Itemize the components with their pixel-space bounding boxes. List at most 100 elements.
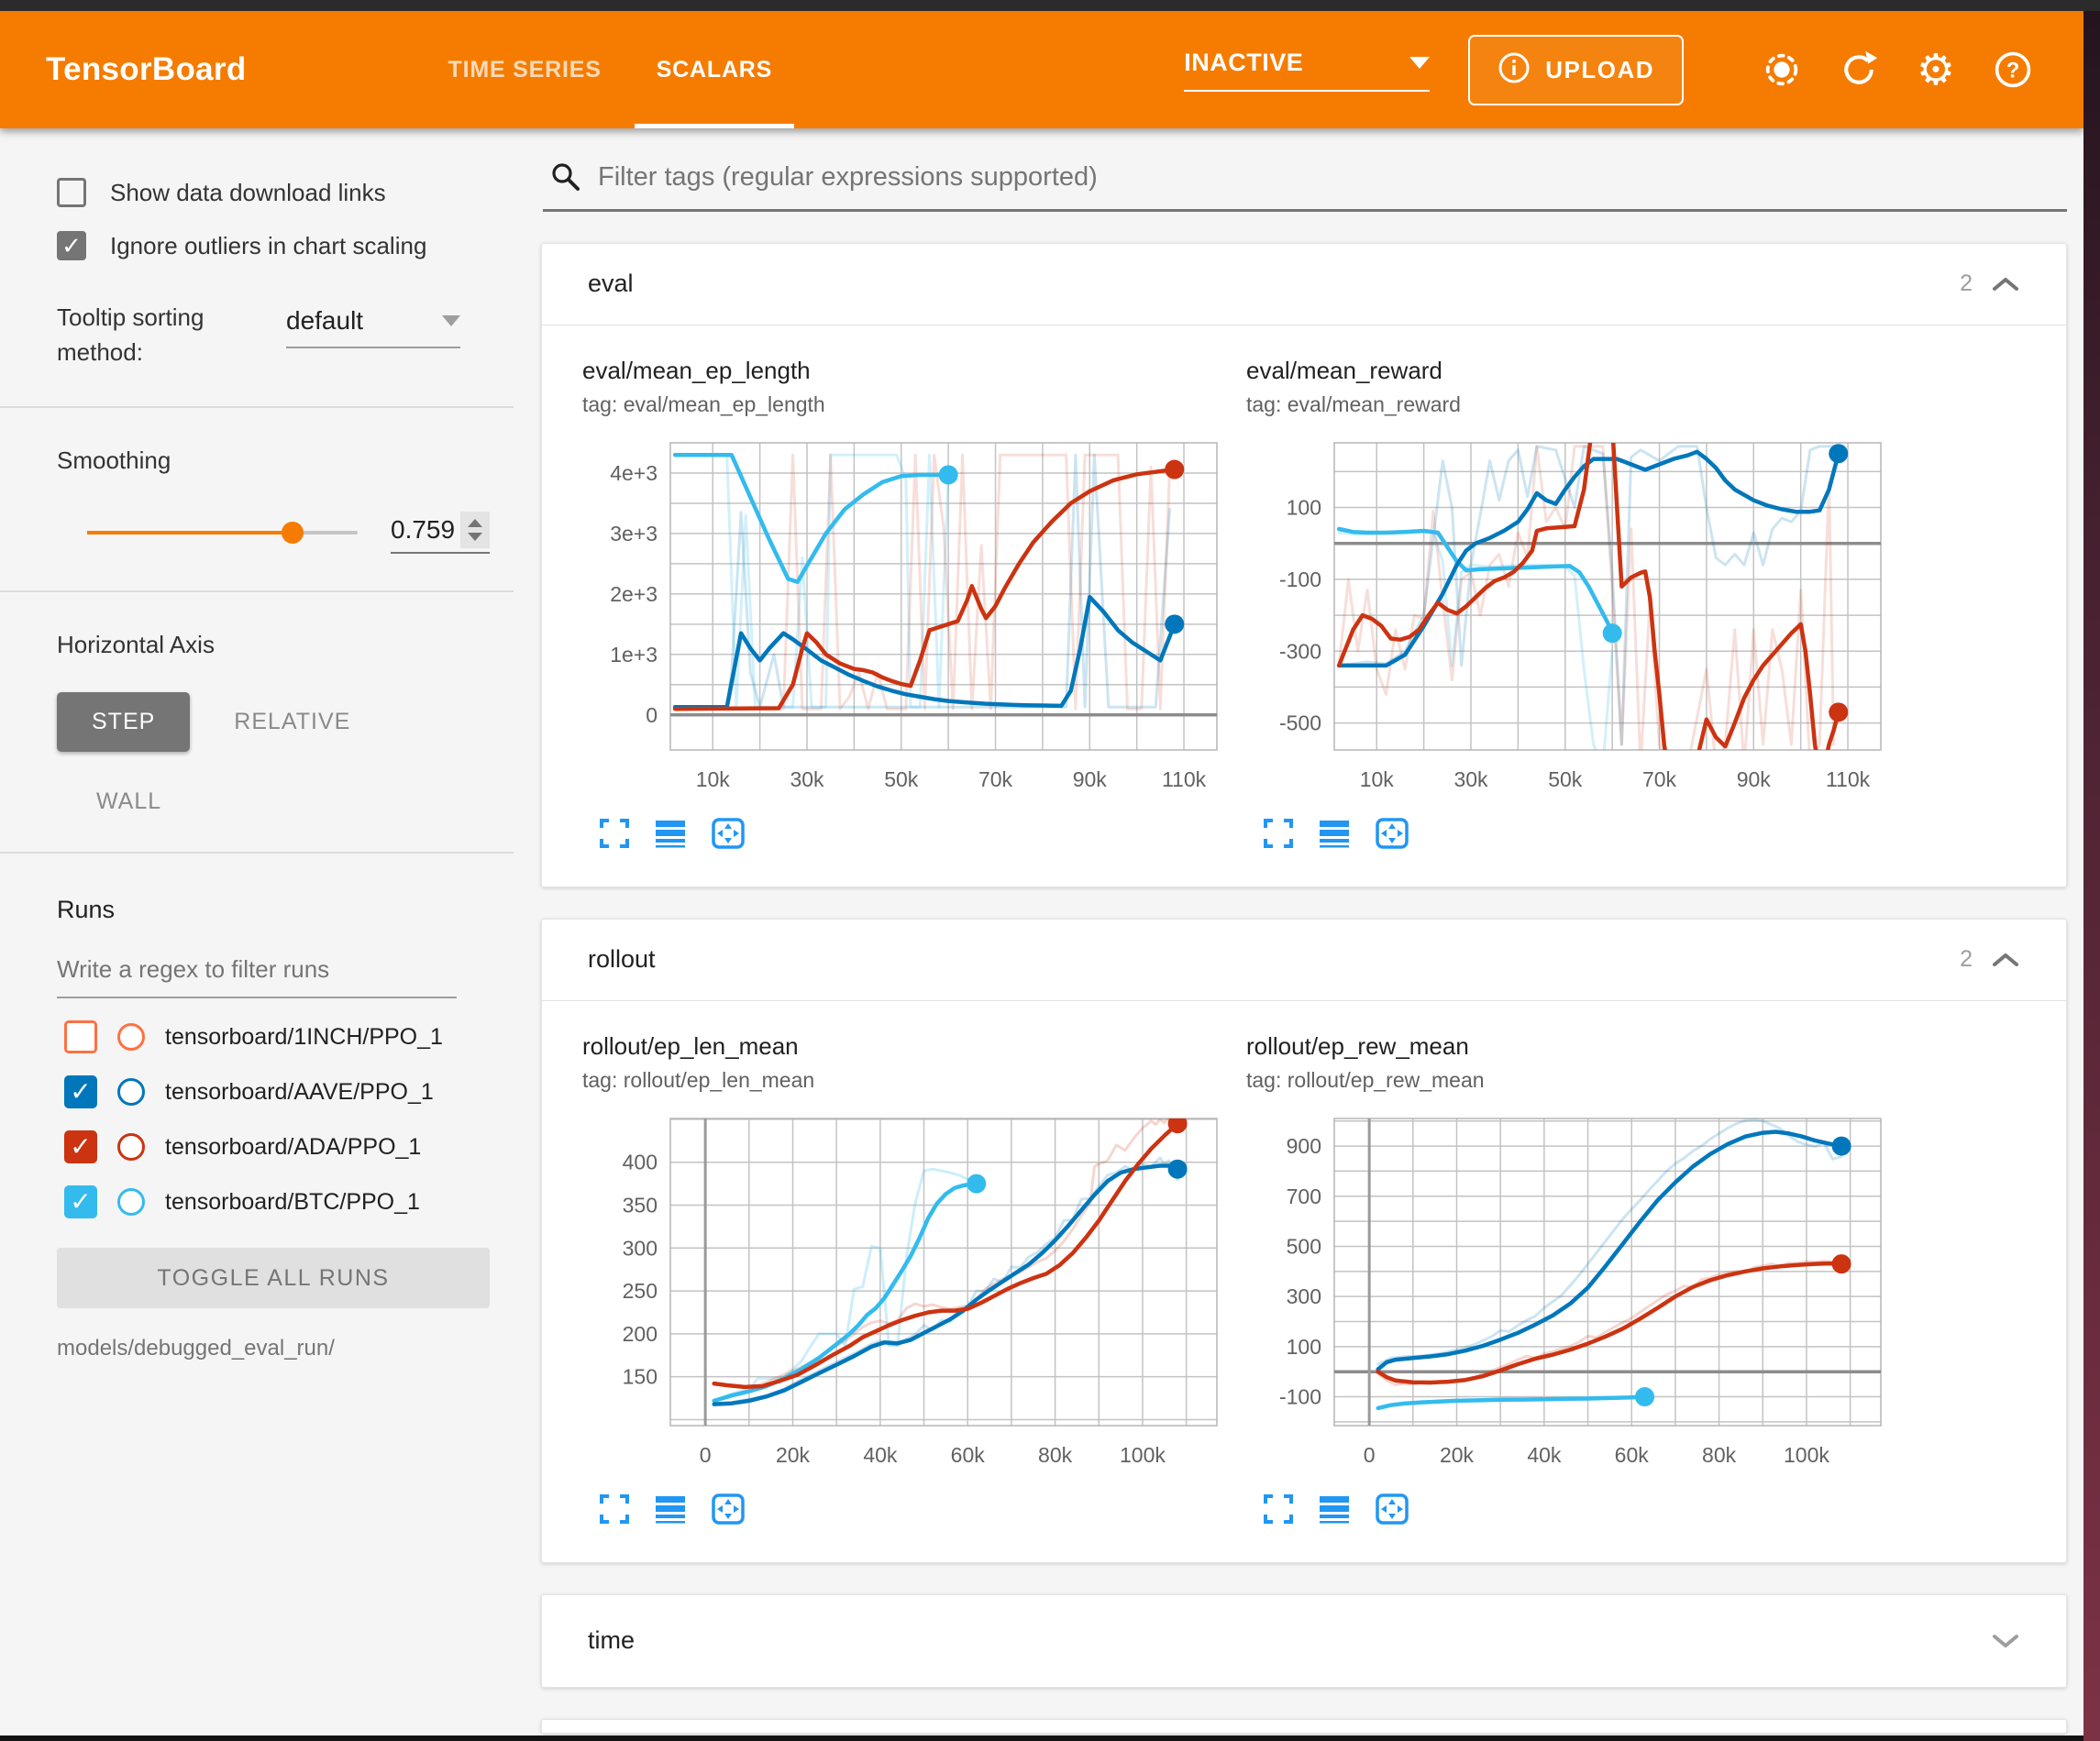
slider-handle[interactable]	[282, 522, 304, 544]
line-chart[interactable]: 10k30k50k70k90k110k01e+32e+33e+34e+3	[582, 435, 1246, 811]
app-bar: TensorBoard TIME SERIES SCALARS INACTIVE…	[0, 11, 2083, 128]
data-table-icon	[1318, 1493, 1351, 1525]
view-data-table-button[interactable]	[654, 818, 687, 849]
svg-text:40k: 40k	[1527, 1443, 1562, 1467]
fit-domain-button[interactable]	[711, 1493, 746, 1526]
fit-domain-button[interactable]	[1375, 1493, 1409, 1526]
run-row[interactable]: ✓ tensorboard/BTC/PPO_1	[64, 1185, 514, 1218]
section-header-time[interactable]: time	[542, 1595, 2066, 1687]
svg-text:20k: 20k	[776, 1443, 811, 1467]
runs-filter-input[interactable]: Write a regex to filter runs	[57, 955, 457, 998]
checkbox-unchecked-icon[interactable]	[57, 178, 86, 207]
run-checkbox[interactable]: ✓	[64, 1020, 97, 1053]
svg-text:10k: 10k	[696, 767, 731, 791]
svg-text:30k: 30k	[790, 767, 824, 791]
smoothing-value: 0.759	[391, 515, 455, 545]
chevron-up-icon[interactable]	[1991, 275, 2020, 293]
brightness-toggle-button[interactable]	[1761, 49, 1803, 91]
tag-filter-placeholder: Filter tags (regular expressions support…	[598, 162, 1098, 193]
expand-chart-button[interactable]	[599, 1493, 630, 1525]
view-data-table-button[interactable]	[1318, 1493, 1351, 1525]
run-row[interactable]: ✓ tensorboard/AAVE/PPO_1	[64, 1075, 514, 1108]
run-checkbox[interactable]: ✓	[64, 1130, 97, 1163]
main-tabs: TIME SERIES SCALARS	[421, 11, 801, 128]
svg-text:110k: 110k	[1826, 767, 1871, 791]
dashboard-main: Filter tags (regular expressions support…	[514, 128, 2083, 1735]
expand-chart-button[interactable]	[1263, 818, 1294, 849]
expand-chart-button[interactable]	[599, 818, 630, 849]
line-chart[interactable]: 020k40k60k80k100k150200250300350400	[582, 1111, 1246, 1487]
svg-text:60k: 60k	[951, 1443, 986, 1467]
svg-text:0: 0	[646, 702, 658, 726]
fit-domain-button[interactable]	[711, 817, 746, 850]
tab-time-series[interactable]: TIME SERIES	[421, 11, 629, 128]
refresh-button[interactable]	[1838, 49, 1880, 91]
svg-text:80k: 80k	[1702, 1443, 1737, 1467]
tooltip-sorting-dropdown[interactable]: default	[286, 306, 460, 348]
svg-text:0: 0	[1364, 1443, 1376, 1467]
axis-option-relative[interactable]: RELATIVE	[234, 709, 350, 735]
tag-filter-input[interactable]: Filter tags (regular expressions support…	[550, 161, 2067, 193]
svg-text:250: 250	[623, 1279, 658, 1303]
run-row[interactable]: ✓ tensorboard/1INCH/PPO_1	[64, 1020, 514, 1053]
ignore-outliers-row[interactable]: ✓ Ignore outliers in chart scaling	[57, 231, 514, 260]
view-data-table-button[interactable]	[1318, 818, 1351, 849]
fit-domain-button[interactable]	[1375, 817, 1409, 850]
upload-button[interactable]: UPLOAD	[1468, 35, 1684, 105]
settings-button[interactable]: ⚙	[1915, 49, 1957, 91]
svg-text:90k: 90k	[1073, 767, 1108, 791]
section-title: eval	[588, 270, 634, 298]
axis-option-wall[interactable]: WALL	[96, 788, 514, 815]
runs-section-label: Runs	[57, 896, 514, 924]
settings-sidebar: Show data download links ✓ Ignore outlie…	[0, 128, 514, 1735]
section-header-eval[interactable]: eval 2	[542, 244, 2066, 325]
chart-tag: tag: rollout/ep_len_mean	[582, 1068, 1246, 1093]
fit-domain-icon	[1375, 817, 1409, 850]
chevron-up-icon[interactable]	[1991, 951, 2020, 969]
line-chart[interactable]: 10k30k50k70k90k110k100-100-300-500	[1246, 435, 1910, 811]
svg-text:150: 150	[623, 1364, 658, 1388]
runs-filter-placeholder: Write a regex to filter runs	[57, 955, 329, 983]
section-header-rollout[interactable]: rollout 2	[542, 920, 2066, 1000]
svg-text:30k: 30k	[1453, 767, 1488, 791]
svg-text:50k: 50k	[1548, 767, 1583, 791]
input-underline	[543, 209, 2067, 212]
svg-text:-500: -500	[1279, 711, 1321, 734]
stepper-arrows[interactable]	[460, 512, 490, 548]
chart-block: rollout/ep_rew_mean tag: rollout/ep_rew_…	[1246, 1032, 1910, 1526]
data-table-icon	[1318, 818, 1351, 849]
run-color-swatch	[117, 1078, 145, 1106]
help-button[interactable]: ?	[1992, 49, 2034, 91]
section-card-rollout: rollout 2 rollout/ep_len_mean tag: rollo…	[541, 919, 2067, 1563]
run-list: ✓ tensorboard/1INCH/PPO_1 ✓ tensorboard/…	[0, 1020, 514, 1218]
svg-text:-100: -100	[1279, 567, 1321, 590]
fullscreen-icon	[1263, 1493, 1294, 1525]
tab-scalars[interactable]: SCALARS	[629, 11, 800, 128]
line-chart[interactable]: 020k40k60k80k100k-100100300500700900	[1246, 1111, 1910, 1487]
run-checkbox[interactable]: ✓	[64, 1075, 97, 1108]
upload-status-value: INACTIVE	[1184, 49, 1303, 77]
refresh-icon	[1839, 50, 1879, 90]
svg-text:300: 300	[1287, 1284, 1321, 1308]
desktop-edge-right	[2083, 0, 2100, 1741]
run-row[interactable]: ✓ tensorboard/ADA/PPO_1	[64, 1130, 514, 1163]
run-checkbox[interactable]: ✓	[64, 1185, 97, 1218]
chevron-down-icon[interactable]	[1991, 1632, 2020, 1650]
smoothing-value-input[interactable]: 0.759	[391, 512, 490, 554]
slider-fill	[87, 531, 293, 534]
show-download-links-row[interactable]: Show data download links	[57, 178, 514, 207]
chart-title: rollout/ep_rew_mean	[1246, 1032, 1910, 1061]
expand-chart-button[interactable]	[1263, 1493, 1294, 1525]
svg-text:60k: 60k	[1615, 1443, 1650, 1467]
run-color-swatch	[117, 1133, 145, 1161]
toggle-all-runs-button[interactable]: TOGGLE ALL RUNS	[57, 1248, 490, 1308]
search-icon	[550, 161, 581, 193]
axis-option-step[interactable]: STEP	[57, 692, 190, 752]
upload-status-dropdown[interactable]: INACTIVE	[1184, 49, 1430, 92]
svg-text:350: 350	[623, 1193, 658, 1217]
svg-text:3e+3: 3e+3	[610, 521, 658, 545]
view-data-table-button[interactable]	[654, 1493, 687, 1525]
smoothing-slider[interactable]	[87, 531, 358, 534]
checkbox-checked-icon[interactable]: ✓	[57, 231, 86, 260]
fit-domain-icon	[711, 1493, 746, 1526]
